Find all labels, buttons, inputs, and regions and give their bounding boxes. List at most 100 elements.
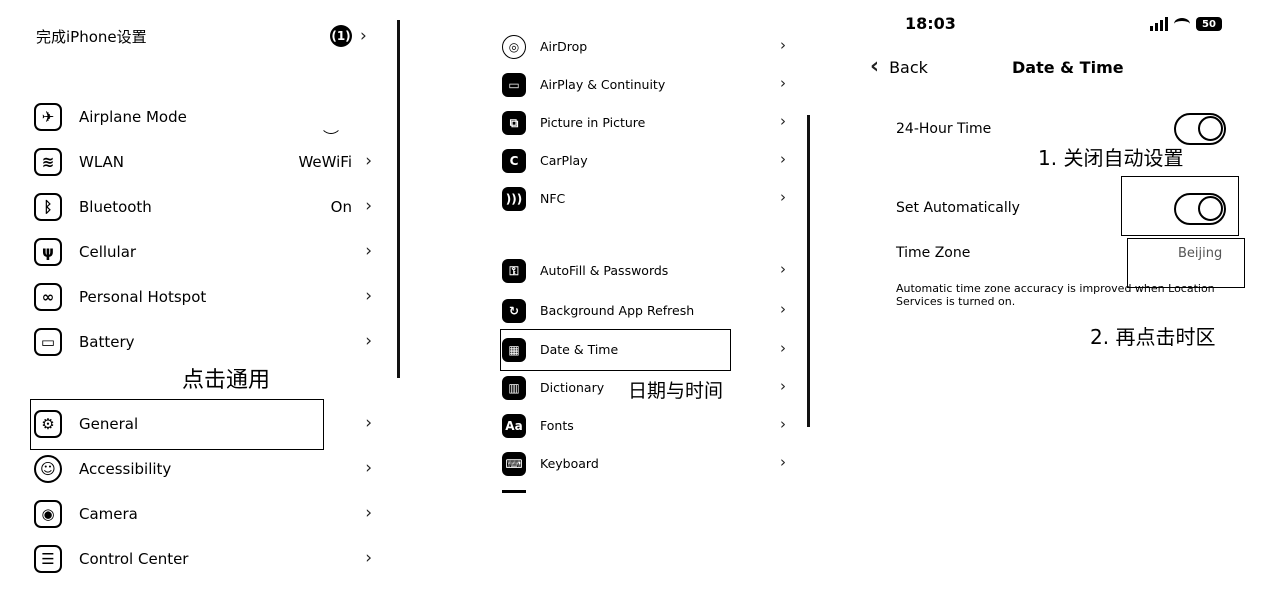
chevron-right-icon: ›: [780, 112, 786, 130]
nfc-icon: ))): [502, 187, 526, 211]
signal-icon: [1150, 17, 1168, 31]
fonts-icon: Aa: [502, 414, 526, 438]
footer-note: Automatic time zone accuracy is improved…: [896, 282, 1215, 308]
row-value: WeWiFi: [298, 153, 352, 171]
battery-icon: ▭: [34, 328, 62, 356]
row-label: Airplane Mode: [79, 108, 187, 126]
toggle-knob: [1198, 116, 1223, 141]
setup-iphone-label[interactable]: 完成iPhone设置: [36, 26, 147, 47]
notification-badge: (1): [330, 25, 352, 47]
settings-row-wlan[interactable]: ≋ WLAN WeWiFi ›: [34, 146, 374, 180]
status-time: 18:03: [905, 14, 956, 33]
settings-row-bluetooth[interactable]: ᛒ Bluetooth On ›: [34, 191, 374, 225]
camera-icon: ◉: [34, 500, 62, 528]
row-label: Background App Refresh: [540, 303, 695, 318]
row-label: WLAN: [79, 153, 125, 171]
row-label: General: [79, 415, 139, 433]
chevron-right-icon[interactable]: ›: [360, 26, 367, 46]
chevron-right-icon: ›: [365, 458, 372, 478]
settings-row-camera[interactable]: ◉ Camera ›: [34, 498, 374, 532]
chevron-right-icon: ›: [780, 377, 786, 395]
wifi-icon: ≋: [34, 148, 62, 176]
settings-row-battery[interactable]: ▭ Battery ›: [34, 326, 374, 360]
antenna-icon: ψ: [34, 238, 62, 266]
general-row-fonts[interactable]: Aa Fonts ›: [500, 411, 790, 441]
chevron-right-icon: ›: [365, 196, 372, 216]
annotation-tap-general: 点击通用: [182, 368, 271, 393]
annotation-disable-auto: 1. 关闭自动设置: [1038, 146, 1184, 170]
chevron-right-icon: ›: [780, 300, 786, 318]
row-label: AutoFill & Passwords: [540, 263, 669, 278]
chevron-right-icon: ›: [365, 286, 372, 306]
set-automatically-toggle[interactable]: [1174, 193, 1226, 225]
row-label: Personal Hotspot: [79, 288, 207, 306]
general-row-nfc[interactable]: ))) NFC ›: [500, 184, 790, 214]
set-automatically-label: Set Automatically: [896, 200, 1020, 216]
switches-icon: ☰: [34, 545, 62, 573]
back-button[interactable]: ‹ Back: [870, 56, 928, 78]
book-icon: ▥: [502, 376, 526, 400]
pip-icon: ⧉: [502, 111, 526, 135]
hour24-label: 24-Hour Time: [896, 121, 992, 137]
settings-row-cellular[interactable]: ψ Cellular ›: [34, 236, 374, 270]
toggle-knob: [1198, 196, 1223, 221]
chevron-right-icon: ›: [780, 36, 786, 54]
settings-row-accessibility[interactable]: ☺ Accessibility ›: [34, 453, 374, 487]
chevron-right-icon: ›: [365, 503, 372, 523]
settings-row-control-center[interactable]: ☰ Control Center ›: [34, 543, 374, 577]
chevron-right-icon: ›: [780, 188, 786, 206]
row-label: AirDrop: [540, 39, 588, 54]
row-label: Cellular: [79, 243, 137, 261]
general-row-airplay[interactable]: ▭ AirPlay & Continuity ›: [500, 70, 790, 100]
general-row-autofill[interactable]: ⚿ AutoFill & Passwords ›: [500, 256, 790, 286]
row-label: Battery: [79, 333, 135, 351]
airplane-icon: ✈: [34, 103, 62, 131]
row-label: Bluetooth: [79, 198, 152, 216]
status-icons: 50: [1150, 14, 1222, 34]
row-label: NFC: [540, 191, 566, 206]
row-label: Picture in Picture: [540, 115, 646, 130]
general-row-airdrop[interactable]: ◎ AirDrop ›: [500, 32, 790, 62]
gear-icon: ⚙: [34, 410, 62, 438]
key-icon: ⚿: [502, 259, 526, 283]
row-label: Control Center: [79, 550, 189, 568]
chevron-right-icon: ›: [780, 339, 786, 357]
link-icon: ∞: [34, 283, 62, 311]
row-label: Accessibility: [79, 460, 172, 478]
person-icon: ☺: [34, 455, 62, 483]
panel-divider: [807, 115, 810, 427]
general-row-keyboard[interactable]: ⌨ Keyboard ›: [500, 449, 790, 479]
general-row-carplay[interactable]: C CarPlay ›: [500, 146, 790, 176]
settings-row-airplane-mode[interactable]: ✈ Airplane Mode: [34, 101, 374, 135]
row-label: AirPlay & Continuity: [540, 77, 666, 92]
page-title: Date & Time: [1012, 58, 1124, 77]
chevron-right-icon: ›: [365, 413, 372, 433]
time-zone-value[interactable]: Beijing: [1178, 246, 1222, 261]
annotation-date-time: 日期与时间: [628, 380, 724, 402]
settings-row-general[interactable]: ⚙ General ›: [34, 408, 374, 442]
battery-icon: 50: [1196, 17, 1222, 31]
panel-divider: [397, 20, 400, 378]
general-row-pip[interactable]: ⧉ Picture in Picture ›: [500, 108, 790, 138]
keyboard-icon: ⌨: [502, 452, 526, 476]
chevron-right-icon: ›: [780, 150, 786, 168]
row-label: Camera: [79, 505, 138, 523]
hour24-toggle[interactable]: [1174, 113, 1226, 145]
general-row-background-refresh[interactable]: ↻ Background App Refresh ›: [500, 296, 790, 326]
refresh-icon: ↻: [502, 299, 526, 323]
airplay-icon: ▭: [502, 73, 526, 97]
time-zone-label[interactable]: Time Zone: [896, 245, 970, 261]
settings-row-personal-hotspot[interactable]: ∞ Personal Hotspot ›: [34, 281, 374, 315]
row-label: Date & Time: [540, 342, 619, 357]
chevron-right-icon: ›: [780, 453, 786, 471]
annotation-tap-time-zone: 2. 再点击时区: [1090, 325, 1216, 349]
chevron-right-icon: ›: [780, 260, 786, 278]
row-label: CarPlay: [540, 153, 588, 168]
wifi-status-icon: [1174, 18, 1190, 30]
back-label: Back: [889, 57, 928, 77]
chevron-right-icon: ›: [780, 415, 786, 433]
chevron-right-icon: ›: [365, 331, 372, 351]
calendar-clock-icon: ▦: [502, 338, 526, 362]
row-label: Fonts: [540, 418, 574, 433]
general-row-date-time[interactable]: ▦ Date & Time ›: [500, 335, 790, 365]
